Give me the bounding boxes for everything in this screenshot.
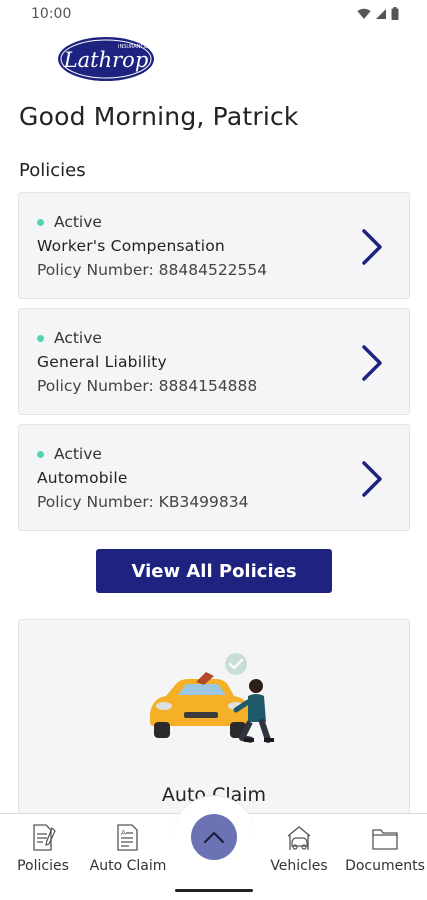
signal-icon: [376, 8, 386, 19]
policy-number: Policy Number: 8884154888: [37, 377, 258, 395]
view-all-policies-button[interactable]: View All Policies: [96, 549, 332, 593]
status-bar: 10:00: [0, 0, 427, 30]
wifi-icon: [357, 8, 371, 19]
policy-name: Worker's Compensation: [37, 237, 225, 255]
expand-menu-button[interactable]: [191, 814, 237, 860]
policies-section-title: Policies: [19, 160, 86, 181]
policy-status-text: Active: [54, 445, 102, 463]
auto-claim-illustration: [150, 653, 274, 743]
nav-label: Auto Claim: [89, 858, 167, 874]
nav-label: Policies: [17, 858, 69, 874]
policy-name: Automobile: [37, 469, 128, 487]
svg-text:Lathrop: Lathrop: [63, 48, 149, 72]
vehicle-icon: [287, 826, 311, 850]
nav-item-auto-claim[interactable]: A Auto Claim: [88, 822, 168, 874]
status-time: 10:00: [31, 6, 72, 22]
policy-status: Active: [37, 445, 102, 463]
battery-icon: [391, 7, 399, 20]
home-indicator[interactable]: [175, 889, 253, 892]
policy-card-workers-comp[interactable]: Active Worker's Compensation Policy Numb…: [18, 192, 410, 299]
policy-card-general-liability[interactable]: Active General Liability Policy Number: …: [18, 308, 410, 415]
company-logo: INSURANCE Lathrop: [56, 34, 156, 84]
folder-icon: [372, 829, 398, 850]
chevron-right-icon[interactable]: [359, 227, 385, 267]
greeting-heading: Good Morning, Patrick: [19, 102, 299, 131]
chevron-up-icon: [203, 831, 225, 844]
policy-status: Active: [37, 213, 102, 231]
policy-card-automobile[interactable]: Active Automobile Policy Number: KB34998…: [18, 424, 410, 531]
active-status-dot: [37, 334, 44, 342]
policy-status: Active: [37, 329, 102, 347]
policies-doc-icon: [33, 824, 56, 851]
nav-label: Vehicles: [270, 858, 328, 874]
status-icons: [357, 7, 399, 20]
chevron-right-icon[interactable]: [359, 459, 385, 499]
policy-status-text: Active: [54, 213, 102, 231]
nav-item-documents[interactable]: Documents: [345, 822, 425, 874]
svg-text:A: A: [121, 829, 126, 837]
nav-label: Documents: [345, 858, 425, 874]
policy-number: Policy Number: KB3499834: [37, 493, 249, 511]
policy-name: General Liability: [37, 353, 167, 371]
active-status-dot: [37, 450, 44, 458]
auto-claim-doc-icon: A: [117, 824, 138, 851]
active-status-dot: [37, 218, 44, 226]
nav-item-policies[interactable]: Policies: [3, 822, 83, 874]
policy-status-text: Active: [54, 329, 102, 347]
chevron-right-icon[interactable]: [359, 343, 385, 383]
nav-item-vehicles[interactable]: Vehicles: [259, 822, 339, 874]
policy-number: Policy Number: 88484522554: [37, 261, 268, 279]
